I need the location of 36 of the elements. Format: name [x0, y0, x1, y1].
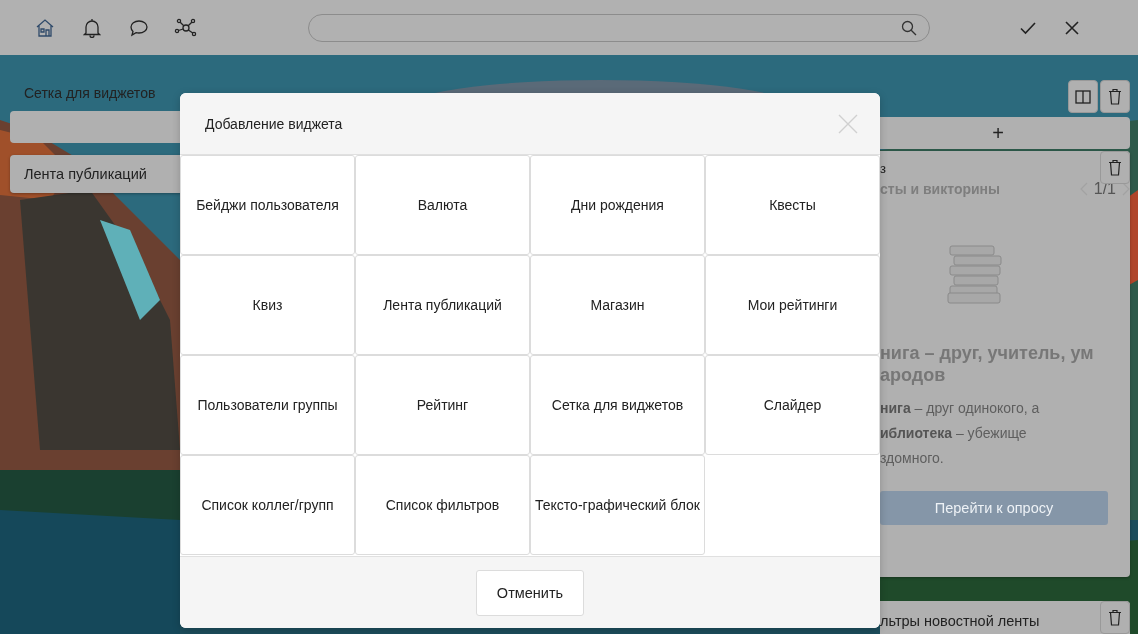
widget-option[interactable]: Квиз — [180, 255, 355, 355]
cancel-button[interactable]: Отменить — [475, 569, 585, 616]
add-button[interactable]: + — [880, 117, 1130, 149]
widget-option[interactable]: Сетка для виджетов — [530, 355, 705, 455]
widget-option[interactable]: Список коллег/групп — [180, 455, 355, 555]
search-icon — [901, 19, 917, 36]
widget-option[interactable]: Тексто-графический блок — [530, 455, 705, 555]
section-title: Сетка для виджетов — [24, 85, 157, 101]
widget-option[interactable]: Слайдер — [705, 355, 880, 455]
delete-button[interactable] — [1100, 80, 1130, 113]
widget-option[interactable]: Магазин — [530, 255, 705, 355]
columns-button[interactable] — [1068, 80, 1098, 113]
quiz-heading: ародов — [880, 364, 947, 386]
quiz-heading: нига – друг, учитель, ум — [880, 342, 1095, 364]
trash-icon — [1108, 88, 1122, 105]
delete-button[interactable] — [1100, 601, 1130, 634]
dialog-title: Добавление виджета — [205, 115, 343, 132]
widget-type: з — [880, 161, 887, 176]
widget-option[interactable]: Список фильтров — [355, 455, 530, 555]
widget-option[interactable]: Бейджи пользователя — [180, 155, 355, 255]
widget-option[interactable]: Пользователи группы — [180, 355, 355, 455]
columns-icon — [1075, 89, 1091, 104]
widget-option[interactable]: Квесты — [705, 155, 880, 255]
quote-line: нига – друг одинокого, а — [880, 399, 1041, 418]
widget-option[interactable]: Лента публикаций — [355, 255, 530, 355]
quote-line: иблиотека – убежище — [880, 424, 1028, 443]
search-field[interactable] — [308, 13, 930, 42]
widget-option[interactable]: Валюта — [355, 155, 530, 255]
delete-button[interactable] — [1100, 151, 1130, 184]
trash-icon — [1108, 609, 1122, 626]
quote-line: здомного. — [880, 449, 945, 468]
widget-option[interactable]: Рейтинг — [355, 355, 530, 455]
trash-icon — [1108, 159, 1122, 176]
widget-option[interactable]: Мои рейтинги — [705, 255, 880, 355]
widget-option[interactable]: Дни рождения — [530, 155, 705, 255]
widget-title: льтры новостной ленты — [880, 612, 1040, 629]
